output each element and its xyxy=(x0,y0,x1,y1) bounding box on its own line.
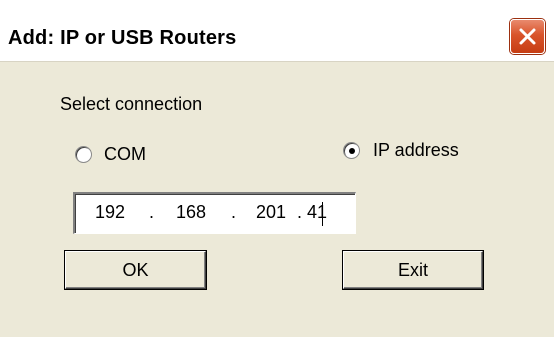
text-caret xyxy=(322,202,323,226)
dialog-window: Add: IP or USB Routers Select connection… xyxy=(0,0,554,337)
radio-com-button[interactable] xyxy=(75,146,92,163)
dialog-body: Select connection COM IP address 192 . 1… xyxy=(0,62,554,337)
close-button[interactable] xyxy=(510,19,545,54)
ip-separator: . xyxy=(297,202,303,222)
window-title: Add: IP or USB Routers xyxy=(8,27,237,49)
radio-com-label[interactable]: COM xyxy=(104,144,146,165)
radio-selected-dot xyxy=(349,148,355,154)
radio-ip-address-label[interactable]: IP address xyxy=(373,140,459,161)
ip-octet-4[interactable]: 41 xyxy=(307,202,327,223)
exit-button[interactable]: Exit xyxy=(343,251,483,289)
title-bar[interactable]: Add: IP or USB Routers xyxy=(0,0,554,62)
select-connection-label: Select connection xyxy=(60,94,203,114)
radio-ip-address-button[interactable] xyxy=(343,142,360,159)
ip-octet-1[interactable]: 192 xyxy=(95,202,125,223)
ip-octet-2[interactable]: 168 xyxy=(176,202,206,223)
ip-separator: . xyxy=(149,202,155,222)
ok-button[interactable]: OK xyxy=(65,251,206,289)
ip-address-field[interactable]: 192 . 168 . 201 . 41 xyxy=(73,192,356,234)
ip-octet-3[interactable]: 201 xyxy=(256,202,286,223)
ip-separator: . xyxy=(231,202,237,222)
